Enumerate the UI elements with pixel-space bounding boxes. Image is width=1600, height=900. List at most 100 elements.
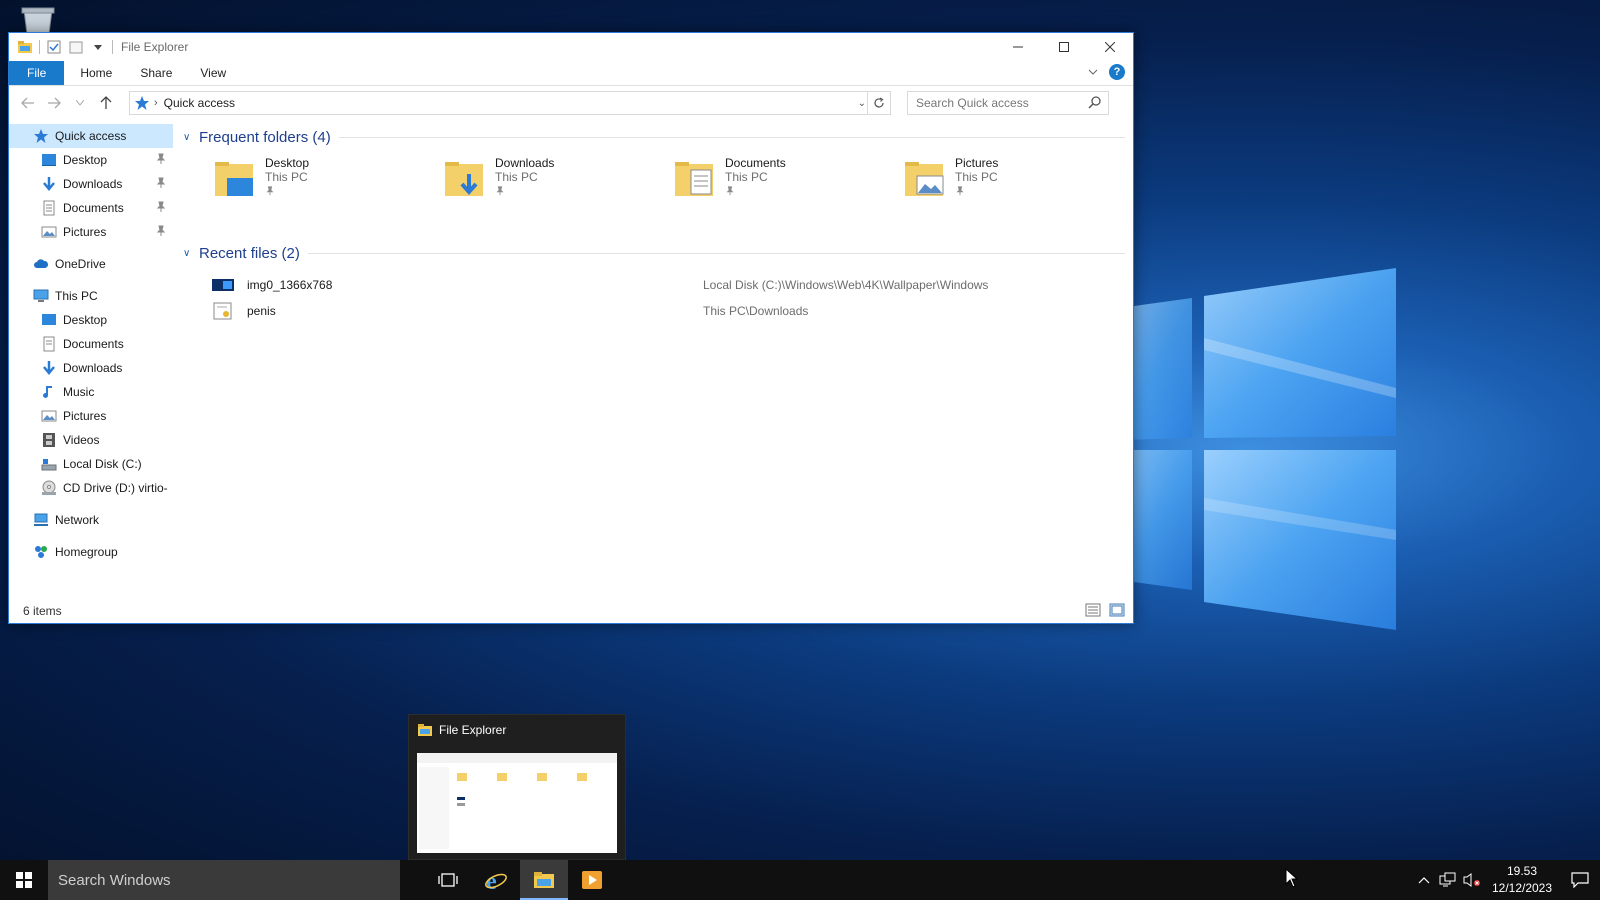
nav-item-label: Documents xyxy=(63,201,124,215)
minimize-button[interactable] xyxy=(995,33,1041,61)
pin-icon[interactable] xyxy=(495,186,505,196)
document-icon xyxy=(43,200,55,216)
taskbar-search-input[interactable] xyxy=(56,870,380,890)
clock-time: 19.53 xyxy=(1506,864,1538,878)
volume-muted-icon[interactable] xyxy=(1460,860,1484,900)
properties-icon[interactable] xyxy=(46,39,62,55)
nav-item-pc-desktop[interactable]: Desktop xyxy=(9,308,173,332)
folder-tile-desktop[interactable]: Desktop This PC xyxy=(213,156,443,200)
nav-item-pc-videos[interactable]: Videos xyxy=(9,428,173,452)
address-history-chevron-icon[interactable]: ⌄ xyxy=(858,98,866,109)
clock[interactable]: 19.53 12/12/2023 xyxy=(1484,863,1560,897)
task-view-icon xyxy=(438,873,458,887)
tab-home[interactable]: Home xyxy=(66,61,126,85)
nav-item-network[interactable]: Network xyxy=(9,508,173,532)
file-explorer-icon xyxy=(418,724,432,736)
pin-icon[interactable] xyxy=(155,153,167,165)
nav-item-qa-pictures[interactable]: Pictures xyxy=(9,220,173,244)
chevron-down-icon[interactable]: ∨ xyxy=(183,132,199,143)
search-input[interactable] xyxy=(908,92,1078,114)
pin-icon[interactable] xyxy=(955,186,965,196)
recent-files-group-header[interactable]: ∨ Recent files (2) xyxy=(183,240,1133,266)
nav-item-pc-documents[interactable]: Documents xyxy=(9,332,173,356)
nav-item-pc-pictures[interactable]: Pictures xyxy=(9,404,173,428)
cd-drive-icon xyxy=(42,480,56,495)
nav-item-homegroup[interactable]: Homegroup xyxy=(9,540,173,564)
recent-file-row[interactable]: penis This PC\Downloads xyxy=(183,298,1133,324)
ribbon-right-controls: ? xyxy=(1087,64,1125,80)
nav-item-qa-documents[interactable]: Documents xyxy=(9,196,173,220)
nav-item-label: Local Disk (C:) xyxy=(63,457,142,471)
recent-locations-button[interactable] xyxy=(69,92,91,114)
help-icon[interactable]: ? xyxy=(1109,64,1125,80)
nav-item-pc-cd-drive[interactable]: CD Drive (D:) virtio- xyxy=(9,476,173,500)
forward-button[interactable] xyxy=(43,92,65,114)
recent-file-row[interactable]: img0_1366x768 Local Disk (C:)\Windows\We… xyxy=(183,272,1133,298)
nav-item-label: Music xyxy=(63,385,95,399)
media-player-button[interactable] xyxy=(568,860,616,900)
nav-item-label: Network xyxy=(55,513,100,527)
refresh-button[interactable] xyxy=(867,92,890,114)
chevron-down-icon xyxy=(76,100,84,106)
taskbar: e 19.53 12/12/2023 xyxy=(0,860,1600,900)
start-button[interactable] xyxy=(0,860,48,900)
file-explorer-icon[interactable] xyxy=(17,39,33,55)
breadcrumb-chevron-icon[interactable]: › xyxy=(154,97,158,109)
nav-item-label: Pictures xyxy=(63,409,107,423)
explorer-body: Quick access Desktop Downloads Documents… xyxy=(9,120,1133,620)
hard-drive-icon xyxy=(41,459,57,471)
pin-icon[interactable] xyxy=(155,201,167,213)
item-count: 6 items xyxy=(23,604,62,618)
nav-item-qa-downloads[interactable]: Downloads xyxy=(9,172,173,196)
internet-explorer-button[interactable]: e xyxy=(472,860,520,900)
customize-toolbar-chevron-icon[interactable] xyxy=(90,39,106,55)
back-button[interactable] xyxy=(17,92,39,114)
pin-icon[interactable] xyxy=(155,177,167,189)
nav-item-label: Homegroup xyxy=(55,545,118,559)
show-hidden-icons-chevron-icon[interactable] xyxy=(1412,860,1436,900)
ribbon-tabs: File Home Share View ? xyxy=(9,61,1133,86)
task-view-button[interactable] xyxy=(424,860,472,900)
recent-file-name: penis xyxy=(247,304,276,318)
tab-share[interactable]: Share xyxy=(126,61,186,85)
tab-view[interactable]: View xyxy=(186,61,240,85)
taskbar-thumbnail-preview[interactable]: File Explorer xyxy=(408,714,626,860)
breadcrumb[interactable]: Quick access xyxy=(164,96,235,110)
action-center-button[interactable] xyxy=(1560,860,1600,900)
maximize-button[interactable] xyxy=(1041,33,1087,61)
nav-item-pc-music[interactable]: Music xyxy=(9,380,173,404)
desktop-icon xyxy=(42,314,56,325)
nav-item-pc-downloads[interactable]: Downloads xyxy=(9,356,173,380)
address-bar[interactable]: › Quick access ⌄ xyxy=(129,91,891,115)
new-folder-icon[interactable] xyxy=(68,39,84,55)
expand-ribbon-chevron-icon[interactable] xyxy=(1087,66,1099,78)
chevron-down-icon[interactable]: ∨ xyxy=(183,248,199,259)
recycle-bin-icon[interactable] xyxy=(18,6,58,34)
file-explorer-taskbar-button[interactable] xyxy=(520,860,568,900)
folder-tile-pictures[interactable]: Pictures This PC xyxy=(903,156,1133,200)
network-status-icon[interactable] xyxy=(1436,860,1460,900)
details-view-icon[interactable] xyxy=(1085,603,1101,617)
pin-icon[interactable] xyxy=(725,186,735,196)
pictures-icon xyxy=(41,410,57,422)
pin-icon[interactable] xyxy=(155,225,167,237)
nav-item-onedrive[interactable]: OneDrive xyxy=(9,252,173,276)
navigation-bar: › Quick access ⌄ xyxy=(9,86,1133,120)
folder-tile-documents[interactable]: Documents This PC xyxy=(673,156,903,200)
recent-file-path: This PC\Downloads xyxy=(703,304,809,318)
close-button[interactable] xyxy=(1087,33,1133,61)
nav-item-qa-desktop[interactable]: Desktop xyxy=(9,148,173,172)
frequent-folders-group-header[interactable]: ∨ Frequent folders (4) xyxy=(183,124,1133,150)
nav-item-pc-local-disk[interactable]: Local Disk (C:) xyxy=(9,452,173,476)
search-box xyxy=(907,91,1109,115)
large-icons-view-icon[interactable] xyxy=(1109,603,1125,617)
search-icon[interactable] xyxy=(1088,95,1102,109)
nav-item-quick-access[interactable]: Quick access xyxy=(9,124,173,148)
desktop-folder-icon xyxy=(215,162,253,196)
nav-item-this-pc[interactable]: This PC xyxy=(9,284,173,308)
up-button[interactable] xyxy=(95,92,117,114)
pin-icon[interactable] xyxy=(265,186,275,196)
internet-explorer-icon: e xyxy=(485,869,507,892)
folder-tile-downloads[interactable]: Downloads This PC xyxy=(443,156,673,200)
tab-file[interactable]: File xyxy=(9,61,65,85)
